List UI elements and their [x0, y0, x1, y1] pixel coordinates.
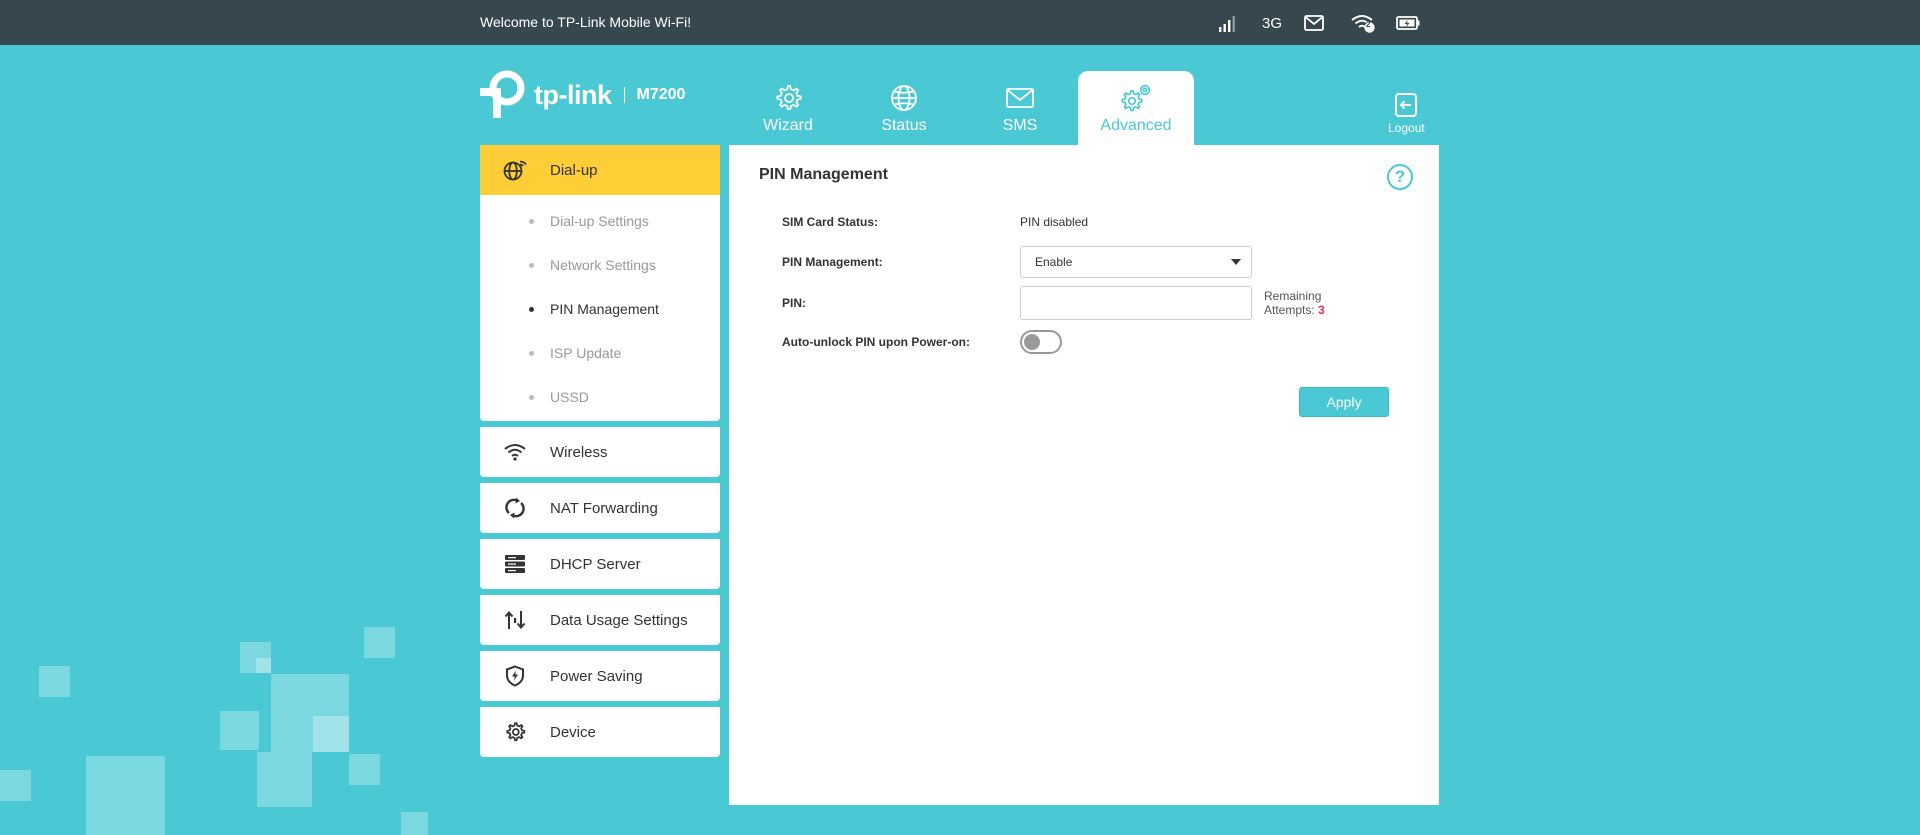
apply-button[interactable]: Apply — [1299, 387, 1389, 417]
tab-status[interactable]: Status — [846, 71, 962, 145]
sim-status-row: SIM Card Status: PIN disabled — [782, 215, 1088, 229]
pin-row: PIN: Remaining Attempts: 3 — [782, 286, 1325, 320]
model-name: M7200 — [636, 86, 686, 103]
attempts-line: Attempts: 3 — [1264, 303, 1325, 317]
tab-advanced[interactable]: Advanced — [1078, 71, 1194, 145]
help-icon[interactable]: ? — [1387, 164, 1413, 190]
tp-link-logo: tp-link M7200 — [480, 70, 685, 120]
remaining-label: Remaining — [1264, 289, 1322, 303]
attempts-label: Attempts: — [1264, 303, 1315, 317]
sidebar-item-data-usage-settings[interactable]: Data Usage Settings — [480, 595, 720, 645]
arrows-updown-icon — [480, 610, 550, 630]
sidebar-item-nat-forwarding[interactable]: NAT Forwarding — [480, 483, 720, 533]
tab-sms[interactable]: SMS — [962, 71, 1078, 145]
logout-button[interactable]: Logout — [1388, 92, 1425, 135]
tab-label: Status — [881, 117, 927, 134]
auto-unlock-label: Auto-unlock PIN upon Power-on: — [782, 335, 970, 349]
pin-input[interactable] — [1020, 286, 1252, 320]
logout-label: Logout — [1388, 121, 1425, 135]
sidebar-item-label: NAT Forwarding — [550, 499, 658, 517]
sidebar-item-wireless[interactable]: Wireless — [480, 427, 720, 477]
submenu-item-ussd[interactable]: USSD — [480, 375, 720, 419]
envelope-icon — [1006, 88, 1034, 108]
sidebar-item-label: DHCP Server — [550, 555, 641, 573]
tab-wizard[interactable]: Wizard — [730, 71, 846, 145]
welcome-text: Welcome to TP-Link Mobile Wi-Fi! — [480, 14, 692, 30]
sidebar-item-power-saving[interactable]: Power Saving — [480, 651, 720, 701]
logout-icon — [1395, 93, 1418, 117]
battery-icon — [1396, 15, 1420, 31]
envelope-icon[interactable] — [1304, 15, 1324, 31]
gears-icon — [1121, 84, 1151, 112]
wifi-icon — [480, 442, 550, 462]
sim-status-value: PIN disabled — [1020, 215, 1089, 229]
auto-unlock-toggle[interactable] — [1020, 330, 1062, 354]
globe-wifi-icon — [480, 159, 550, 181]
logo-text: tp-link — [534, 79, 612, 110]
chevron-down-icon — [1231, 259, 1241, 265]
tab-label: SMS — [1002, 117, 1038, 134]
page-title: PIN Management — [759, 166, 888, 183]
sidebar-item-label: Data Usage Settings — [550, 611, 688, 629]
main-tabs: Wizard Status SMS Advanced — [730, 71, 1194, 145]
sim-status-label: SIM Card Status: — [782, 215, 879, 229]
sidebar-item-device[interactable]: Device — [480, 707, 720, 757]
status-icons: 3G 2 — [1218, 10, 1420, 36]
tab-label: Advanced — [1100, 117, 1172, 134]
attempts-count: 3 — [1318, 303, 1325, 317]
submenu-item-isp-update[interactable]: ISP Update — [480, 331, 720, 375]
sidebar-nav: Dial-up Dial-up Settings Network Setting… — [480, 145, 720, 763]
auto-unlock-row: Auto-unlock PIN upon Power-on: — [782, 330, 1062, 354]
nat-icon — [480, 497, 550, 519]
sidebar-item-dial-up[interactable]: Dial-up — [480, 145, 720, 195]
sidebar-item-label: Wireless — [550, 443, 608, 461]
top-bar: Welcome to TP-Link Mobile Wi-Fi! 3G 2 — [0, 0, 1920, 45]
remaining-attempts: Remaining Attempts: 3 — [1264, 289, 1325, 317]
network-type: 3G — [1262, 14, 1283, 32]
sidebar-item-label: Dial-up — [550, 161, 598, 179]
nav-group-power-saving: Power Saving — [480, 651, 720, 701]
nav-group-data-usage: Data Usage Settings — [480, 595, 720, 645]
pin-label: PIN: — [782, 296, 806, 310]
gear-icon — [480, 721, 550, 743]
pin-management-selected: Enable — [1035, 255, 1073, 269]
tp-link-mark-icon — [480, 70, 525, 118]
nav-group-dhcp-server: DHCP Server — [480, 539, 720, 589]
logo-divider — [623, 87, 625, 103]
pin-management-panel: PIN Management ? SIM Card Status: PIN di… — [729, 145, 1439, 805]
pin-management-row: PIN Management: Enable — [782, 246, 1252, 278]
submenu-item-network-settings[interactable]: Network Settings — [480, 243, 720, 287]
sidebar-item-label: Device — [550, 723, 596, 741]
sidebar-item-dhcp-server[interactable]: DHCP Server — [480, 539, 720, 589]
nav-group-dial-up: Dial-up Dial-up Settings Network Setting… — [480, 145, 720, 421]
gear-icon — [776, 85, 802, 111]
submenu-item-dial-up-settings[interactable]: Dial-up Settings — [480, 199, 720, 243]
signal-icon — [1218, 14, 1238, 32]
globe-icon — [891, 85, 917, 111]
sidebar-item-label: Power Saving — [550, 667, 643, 685]
nav-group-nat-forwarding: NAT Forwarding — [480, 483, 720, 533]
toggle-knob — [1024, 334, 1040, 350]
server-icon — [480, 554, 550, 574]
pin-management-label: PIN Management: — [782, 255, 883, 269]
wifi-clients-count: 2 — [1366, 20, 1371, 29]
dial-up-submenu: Dial-up Settings Network Settings PIN Ma… — [480, 195, 720, 421]
shield-bolt-icon — [480, 665, 550, 687]
tab-label: Wizard — [763, 117, 813, 134]
wifi-clients-icon[interactable]: 2 — [1350, 13, 1376, 33]
nav-group-device: Device — [480, 707, 720, 757]
submenu-item-pin-management[interactable]: PIN Management — [480, 287, 720, 331]
pin-management-select[interactable]: Enable — [1020, 246, 1252, 278]
nav-group-wireless: Wireless — [480, 427, 720, 477]
